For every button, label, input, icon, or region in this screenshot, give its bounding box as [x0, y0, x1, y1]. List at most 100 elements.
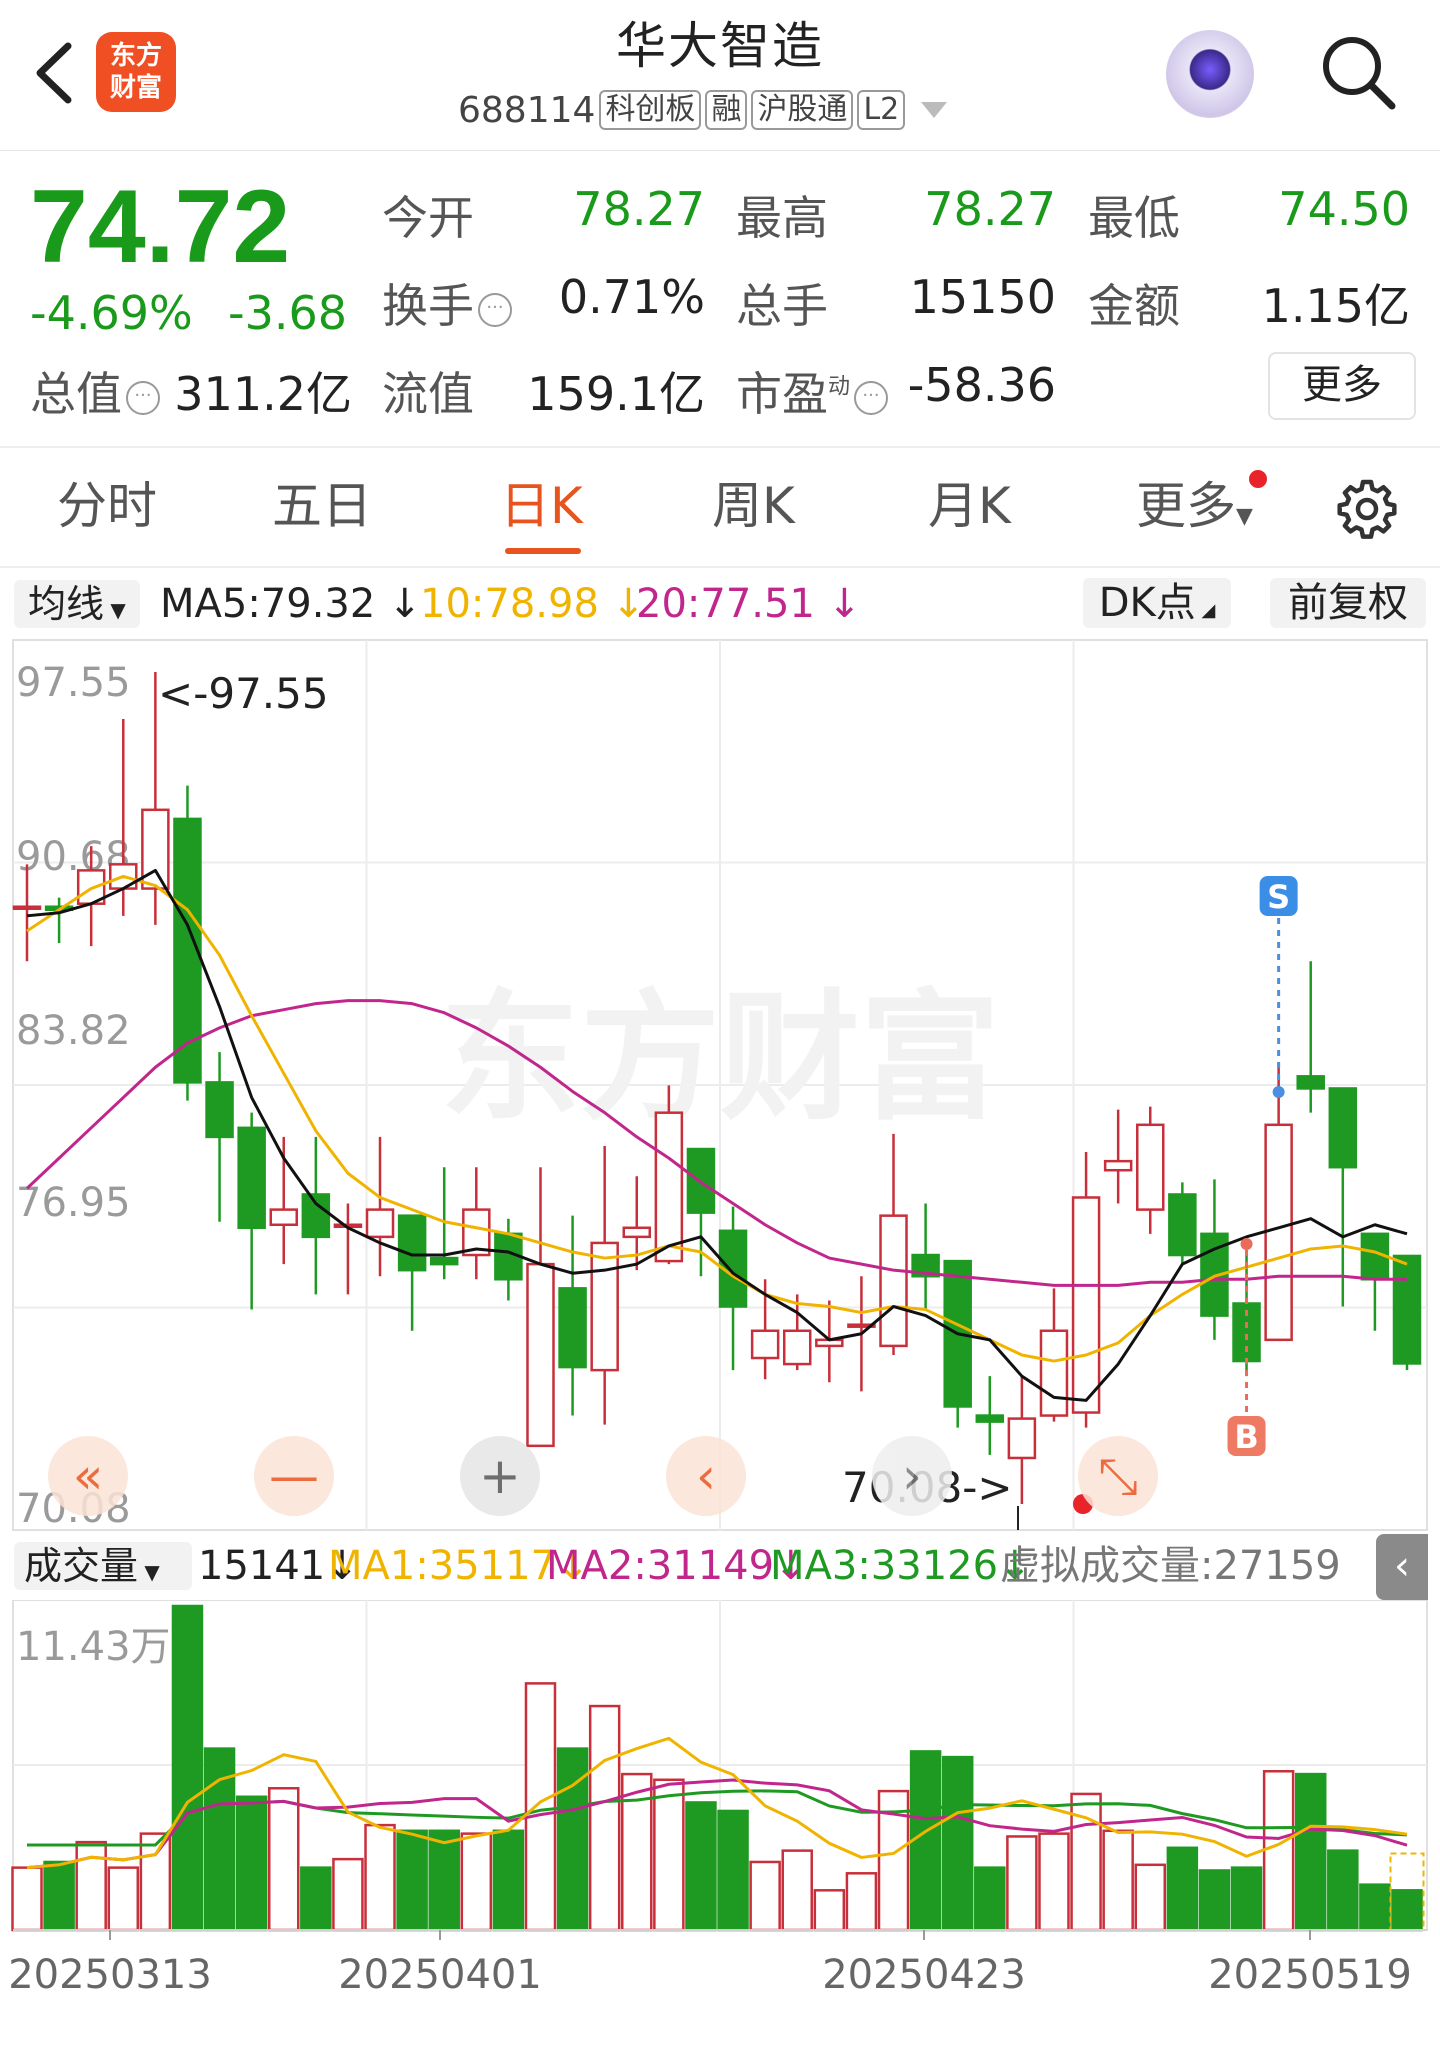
candle-body: [397, 1214, 427, 1272]
candle-body: [782, 1329, 812, 1366]
tab-monthly-k[interactable]: 月K: [928, 474, 1011, 538]
volume-bar: [43, 1860, 75, 1932]
vol-ma1-value: MA1:35117: [328, 1543, 557, 1589]
next-icon[interactable]: ›: [872, 1436, 952, 1516]
volume-select-label: 成交量: [24, 1544, 139, 1588]
quote-label[interactable]: 换手 ···: [382, 270, 512, 336]
candle-body: [269, 1208, 298, 1226]
y-tick-label: 76.95: [16, 1180, 131, 1226]
volume-indicator-select[interactable]: 成交量 ▼: [14, 1542, 192, 1590]
volume-bar: [1230, 1866, 1263, 1932]
volume-bar: [524, 1682, 557, 1932]
candle-body: [1136, 1123, 1165, 1211]
volume-bar: [781, 1849, 813, 1932]
volume-bar: [11, 1866, 43, 1932]
volume-bar: [1102, 1829, 1134, 1932]
info-icon[interactable]: ···: [854, 380, 889, 415]
volume-bar: [1166, 1846, 1199, 1932]
quote-label-sup: 动: [828, 374, 851, 400]
volume-bar: [749, 1860, 781, 1932]
volume-bar: [941, 1755, 974, 1932]
caret-down-icon: ▼: [138, 1560, 160, 1584]
quote-label[interactable]: 市盈动 ···: [736, 358, 889, 424]
volume-chart[interactable]: 11.43万 20250313 20250401 20250423 20250519: [0, 1600, 1440, 2000]
y-tick-label: 97.55: [16, 660, 131, 706]
quote-label[interactable]: 总值 ···: [30, 358, 160, 424]
more-quote-button[interactable]: 更多: [1268, 352, 1416, 420]
candle-body: [301, 1193, 331, 1239]
arrow-down-icon: ↓: [814, 581, 862, 627]
candle-body: [654, 1111, 684, 1263]
tab-daily-k[interactable]: 日K: [500, 474, 583, 538]
volume-bar: [428, 1829, 460, 1932]
collapse-panel-icon[interactable]: ‹: [1376, 1534, 1428, 1600]
tab-more[interactable]: 更多▼: [1136, 474, 1253, 549]
search-icon[interactable]: [1318, 32, 1398, 112]
corner-triangle-icon: ◢: [1195, 600, 1216, 621]
tab-weekly-k[interactable]: 周K: [712, 474, 795, 538]
quote-value: 78.27: [573, 182, 705, 236]
x-tick-label: 20250423: [822, 1952, 1026, 1998]
adjust-button[interactable]: 前复权: [1270, 578, 1426, 628]
zoom-in-icon[interactable]: +: [460, 1436, 540, 1516]
quote-value: 0.71%: [558, 270, 705, 324]
volume-bar: [685, 1801, 717, 1932]
candle-body: [1264, 1123, 1293, 1342]
info-icon[interactable]: ···: [126, 380, 160, 415]
vol-ma2-value: MA2:31149: [546, 1543, 775, 1589]
quote-value: 78.27: [924, 182, 1056, 236]
active-tab-indicator: [505, 548, 581, 554]
vol-ma2-label: MA2:31149↓: [546, 1542, 808, 1590]
volume-bar: [364, 1823, 396, 1932]
volume-bar: [1198, 1869, 1231, 1932]
volume-bar: [1359, 1883, 1391, 1932]
zoom-out-icon[interactable]: —: [254, 1436, 334, 1516]
volume-bar: [139, 1832, 172, 1932]
candle-body: [365, 1208, 395, 1239]
quote-label: 金额: [1088, 279, 1180, 333]
dk-point-button[interactable]: DK点 ◢: [1083, 578, 1231, 628]
volume-bar: [845, 1872, 878, 1932]
double-left-icon[interactable]: «: [48, 1436, 128, 1516]
tab-more-label: 更多: [1136, 477, 1236, 535]
caret-down-icon: ▼: [104, 598, 126, 622]
fullscreen-icon[interactable]: ⤡: [1078, 1436, 1158, 1516]
stock-sub-info[interactable]: 688114 科创板 融 沪股通 L2: [458, 88, 948, 132]
info-icon[interactable]: ···: [478, 292, 512, 327]
candle-body: [12, 905, 42, 910]
tab-five-day[interactable]: 五日: [272, 474, 372, 538]
volume-bar: [75, 1840, 107, 1932]
volume-number: 15141: [198, 1543, 326, 1589]
candle-body: [590, 1241, 619, 1372]
ma10-label: 10:78.98 ↓: [420, 580, 645, 628]
candle-body: [1007, 1417, 1037, 1460]
candle-body: [1296, 1075, 1325, 1090]
dk-point-label: DK点: [1098, 580, 1196, 626]
current-price: 74.72: [30, 169, 291, 285]
x-tick-label: 20250401: [338, 1952, 542, 1998]
candle-body: [1103, 1159, 1133, 1172]
robot-icon[interactable]: [1166, 30, 1254, 118]
dropdown-triangle-icon[interactable]: [921, 102, 948, 118]
quote-label: 最低: [1088, 191, 1180, 245]
quote-value: 311.2亿: [174, 367, 352, 421]
quote-value: -58.36: [907, 358, 1056, 412]
candle-body: [1392, 1254, 1422, 1365]
quote-label: 总手: [736, 279, 828, 333]
gear-icon[interactable]: [1336, 478, 1398, 540]
volume-bar: [460, 1832, 493, 1932]
tag-star-market: 科创板: [599, 90, 702, 130]
ma5-label: MA5:79.32 ↓: [160, 580, 422, 628]
buy-marker-text: B: [1234, 1418, 1258, 1456]
sell-marker-dot: [1272, 1086, 1285, 1098]
candle-body: [1328, 1087, 1358, 1169]
tag-level2: L2: [857, 90, 906, 130]
volume-bar: [267, 1787, 300, 1932]
volume-bar: [300, 1866, 332, 1932]
volume-bar: [1038, 1832, 1070, 1932]
kline-chart[interactable]: 东方财富97.5590.6883.8276.9570.08<-97.5570.0…: [0, 636, 1440, 1536]
candle-body: [526, 1262, 555, 1448]
tab-intraday[interactable]: 分时: [57, 474, 157, 538]
indicator-select[interactable]: 均线 ▼: [14, 580, 140, 628]
prev-icon[interactable]: ‹: [666, 1436, 746, 1516]
